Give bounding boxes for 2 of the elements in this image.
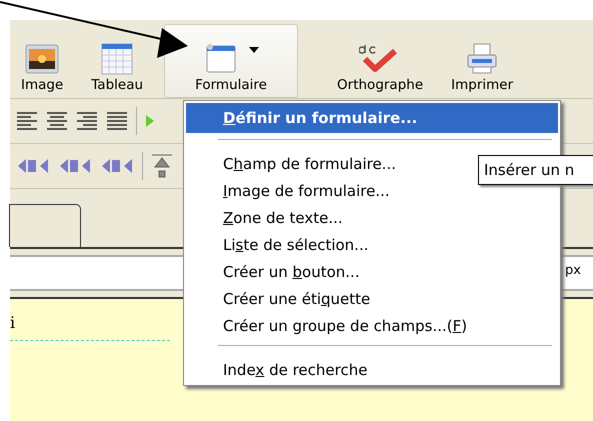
tooltip: Insérer un n (478, 155, 593, 185)
editor-text: i (10, 313, 16, 332)
